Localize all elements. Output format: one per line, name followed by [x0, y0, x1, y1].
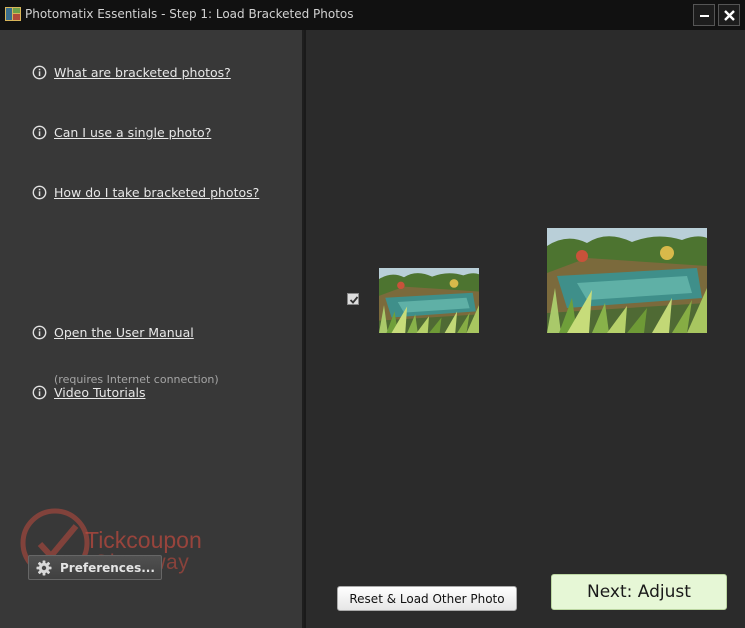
- help-link-label[interactable]: Video Tutorials: [54, 385, 145, 400]
- help-link-user-manual[interactable]: Open the User Manual: [32, 325, 194, 340]
- help-link-video-tutorials[interactable]: Video Tutorials: [32, 385, 145, 400]
- close-button[interactable]: [718, 4, 740, 26]
- preferences-label: Preferences...: [60, 560, 155, 575]
- checkmark-icon: [349, 296, 359, 304]
- preferences-button[interactable]: Preferences...: [28, 555, 162, 580]
- help-link-label[interactable]: Can I use a single photo?: [54, 125, 211, 140]
- help-link-bracketed[interactable]: What are bracketed photos?: [32, 65, 231, 80]
- help-link-label[interactable]: What are bracketed photos?: [54, 65, 231, 80]
- info-icon: [32, 65, 47, 80]
- garden-pond-image: [547, 228, 707, 333]
- info-icon: [32, 325, 47, 340]
- watermark-text: Tickcoupon: [85, 527, 202, 553]
- next-adjust-button[interactable]: Next: Adjust: [551, 574, 727, 610]
- photo-checkbox[interactable]: [347, 293, 359, 305]
- bracketed-photo-thumbnail[interactable]: [379, 268, 479, 333]
- close-icon: [724, 10, 735, 21]
- gear-icon: [36, 560, 52, 575]
- internet-note: (requires Internet connection): [54, 373, 219, 386]
- info-icon: [32, 385, 47, 400]
- minimize-icon: [700, 15, 709, 17]
- window-title: Photomatix Essentials - Step 1: Load Bra…: [25, 7, 354, 21]
- help-link-single-photo[interactable]: Can I use a single photo?: [32, 125, 211, 140]
- info-icon: [32, 185, 47, 200]
- help-link-label[interactable]: Open the User Manual: [54, 325, 194, 340]
- reset-load-button[interactable]: Reset & Load Other Photo: [337, 586, 517, 611]
- preview-image: [547, 228, 707, 333]
- info-icon: [32, 125, 47, 140]
- help-link-take-bracketed[interactable]: How do I take bracketed photos?: [32, 185, 259, 200]
- minimize-button[interactable]: [693, 4, 715, 26]
- garden-pond-image: [379, 268, 479, 333]
- app-icon: [5, 7, 21, 21]
- title-bar: Photomatix Essentials - Step 1: Load Bra…: [0, 0, 745, 30]
- help-link-label[interactable]: How do I take bracketed photos?: [54, 185, 259, 200]
